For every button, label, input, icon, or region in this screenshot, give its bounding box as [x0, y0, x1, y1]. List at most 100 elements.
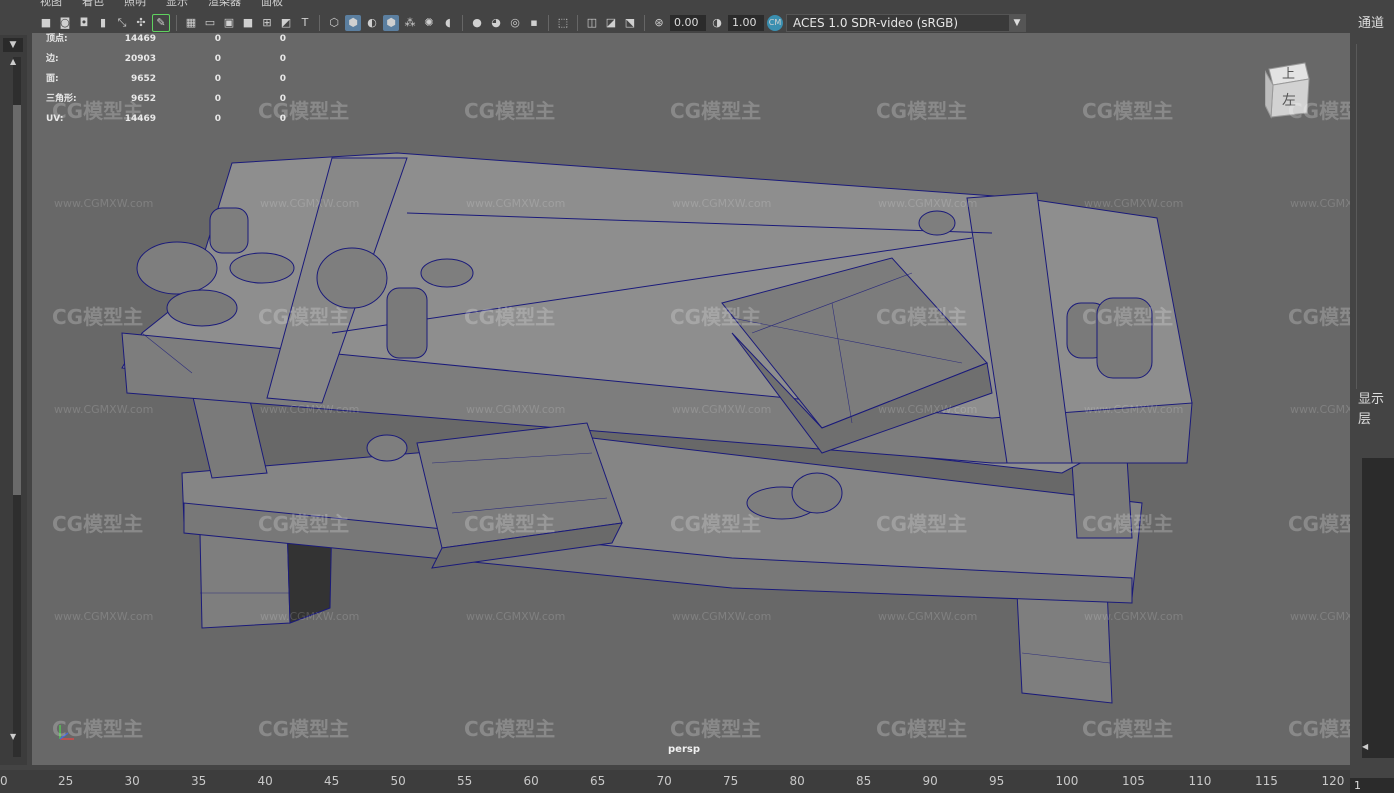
panel-divider	[1356, 44, 1357, 389]
watermark-logo: CG模型主	[258, 717, 350, 741]
watermark-logo: CG模型主	[258, 305, 350, 329]
watermark-url: www.CGMXW.com	[878, 403, 978, 416]
toolbar-separator	[176, 14, 177, 31]
gamma-icon[interactable]: ◑	[709, 15, 725, 31]
hud-label: 边:	[46, 54, 59, 64]
timeline-tick: 100	[1055, 774, 1079, 788]
exposure-icon[interactable]: ⊛	[651, 15, 667, 31]
timeline-tick: 75	[723, 774, 739, 788]
scroll-up-icon[interactable]: ▲	[10, 57, 16, 66]
xray-active-icon[interactable]: ◪	[603, 15, 619, 31]
watermark-url: www.CGMXW.com	[1084, 403, 1184, 416]
timeline-tick: 30	[124, 774, 140, 788]
watermark-logo: CG模型主	[670, 512, 762, 536]
hud-v2: 0	[214, 94, 221, 104]
grease-pencil-icon[interactable]: ✎	[152, 13, 170, 32]
screen-space-ao-icon[interactable]: ●	[469, 15, 485, 31]
color-mgmt-icon[interactable]: CM	[767, 14, 783, 31]
scrollbar-thumb[interactable]	[13, 105, 21, 495]
motion-blur-icon[interactable]: ◕	[488, 15, 504, 31]
menu-item[interactable]: 面板	[261, 0, 283, 7]
time-slider[interactable]: 0 25 30 35 40 45 50 55 60 65 70 75 80 85 90 95 100 105 110…	[0, 770, 1350, 793]
watermark-url: www.CGMXW.com	[878, 197, 978, 210]
watermark-logo: CG模型主	[52, 305, 144, 329]
camera-icon[interactable]: ■	[38, 15, 54, 31]
camera-attr-icon[interactable]: ◙	[57, 15, 73, 31]
menu-item[interactable]: 显示	[166, 0, 188, 7]
grid-icon[interactable]: ▦	[183, 15, 199, 31]
depth-of-field-icon[interactable]: ▪	[526, 15, 542, 31]
hud-v1: 9652	[130, 74, 156, 84]
field-chart-icon[interactable]: ⊞	[259, 15, 275, 31]
menu-item[interactable]: 照明	[124, 0, 146, 7]
watermark-url: www.CGMXW.com	[466, 197, 566, 210]
watermark-logo: CG模型主	[1082, 717, 1174, 741]
menu-item[interactable]: 视图	[40, 0, 62, 7]
watermark-logo: CG模型主	[464, 717, 556, 741]
current-frame-field[interactable]: 1	[1350, 778, 1394, 793]
xray-joints-icon[interactable]: ⬔	[622, 15, 638, 31]
color-space-dropdown[interactable]: ACES 1.0 SDR-video (sRGB) ▼	[786, 13, 1026, 32]
lights-icon[interactable]: ✺	[421, 15, 437, 31]
safe-action-icon[interactable]: ◩	[278, 15, 294, 31]
watermark-logo: CG模型主	[258, 512, 350, 536]
timeline-tick: 40	[257, 774, 273, 788]
hud-label: 面:	[46, 74, 59, 84]
film-gate-icon[interactable]: ▭	[202, 15, 218, 31]
menu-item[interactable]: 着色	[82, 0, 104, 7]
watermark-logo: CG模型主	[670, 99, 762, 123]
watermark-url: www.CGMXW.com	[1084, 197, 1184, 210]
image-plane-icon[interactable]: ▮	[95, 15, 111, 31]
chevron-down-icon[interactable]: ▼	[3, 38, 23, 52]
scroll-down-icon[interactable]: ▼	[10, 732, 16, 741]
scroll-left-icon[interactable]: ◀	[1362, 742, 1368, 751]
timeline-tick: 105	[1122, 774, 1145, 788]
timeline-tick: 35	[191, 774, 207, 788]
shadows-icon[interactable]: ◖	[440, 15, 456, 31]
gate-mask-icon[interactable]: ■	[240, 15, 256, 31]
timeline-tick: 25	[58, 774, 74, 788]
timeline-tick: 120	[1321, 774, 1345, 788]
watermark-url: www.CGMXW.com	[260, 610, 360, 623]
menu-item[interactable]: 渲染器	[208, 0, 241, 7]
xray-icon[interactable]: ◫	[584, 15, 600, 31]
timeline-tick: 70	[656, 774, 672, 788]
watermark-logo: CG模型主	[464, 512, 556, 536]
timeline-tick: 80	[789, 774, 805, 788]
transform-icon[interactable]: ✣	[133, 15, 149, 31]
channel-box-title[interactable]: 通道	[1358, 12, 1384, 31]
resolution-gate-icon[interactable]: ▣	[221, 15, 237, 31]
two-d-pan-icon[interactable]: ⤡	[114, 15, 130, 31]
chevron-down-icon[interactable]: ▼	[1009, 14, 1025, 31]
wireframe-icon[interactable]: ⬡	[326, 15, 342, 31]
watermark-logo: CG模型主	[52, 717, 144, 741]
wireframe-on-shaded-icon[interactable]: ⬢	[383, 14, 399, 31]
layer-list[interactable]	[1362, 458, 1394, 758]
watermark-logo: CG模型主	[258, 99, 350, 123]
timeline-tick: 65	[590, 774, 606, 788]
textured-icon[interactable]: ⁂	[402, 15, 418, 31]
camera-name-label: persp	[668, 744, 700, 755]
safe-title-icon[interactable]: T	[297, 15, 313, 31]
hud-row: 边: 20903 0 0	[46, 53, 286, 73]
isolate-select-icon[interactable]: ⬚	[555, 15, 571, 31]
scene-model	[121, 152, 1193, 704]
watermark-logo: CG模型主	[1288, 305, 1350, 329]
hud-label: 顶点:	[46, 34, 68, 44]
tab-layer[interactable]: 层	[1358, 410, 1384, 430]
default-material-icon[interactable]: ◐	[364, 15, 380, 31]
hud-v2: 0	[214, 54, 221, 64]
timeline-tick: 110	[1188, 774, 1212, 788]
timeline-tick: 55	[457, 774, 473, 788]
bookmark-icon[interactable]: ◘	[76, 15, 92, 31]
tab-display[interactable]: 显示	[1358, 390, 1384, 410]
gamma-field[interactable]: 1.00	[728, 14, 764, 31]
exposure-field[interactable]: 0.00	[670, 14, 706, 31]
hud-v3: 0	[279, 54, 286, 64]
timeline-tick: 90	[922, 774, 938, 788]
persp-viewport[interactable]: 顶点: 14469 0 0 边: 20903 0 0 面: 9652 0 0 三角形: 9652 0 0 UV:…	[32, 33, 1350, 765]
watermark-logo: CG模型主	[52, 512, 144, 536]
smooth-shade-icon[interactable]: ⬢	[345, 14, 361, 31]
anti-alias-icon[interactable]: ◎	[507, 15, 523, 31]
timeline-tick: 45	[324, 774, 340, 788]
